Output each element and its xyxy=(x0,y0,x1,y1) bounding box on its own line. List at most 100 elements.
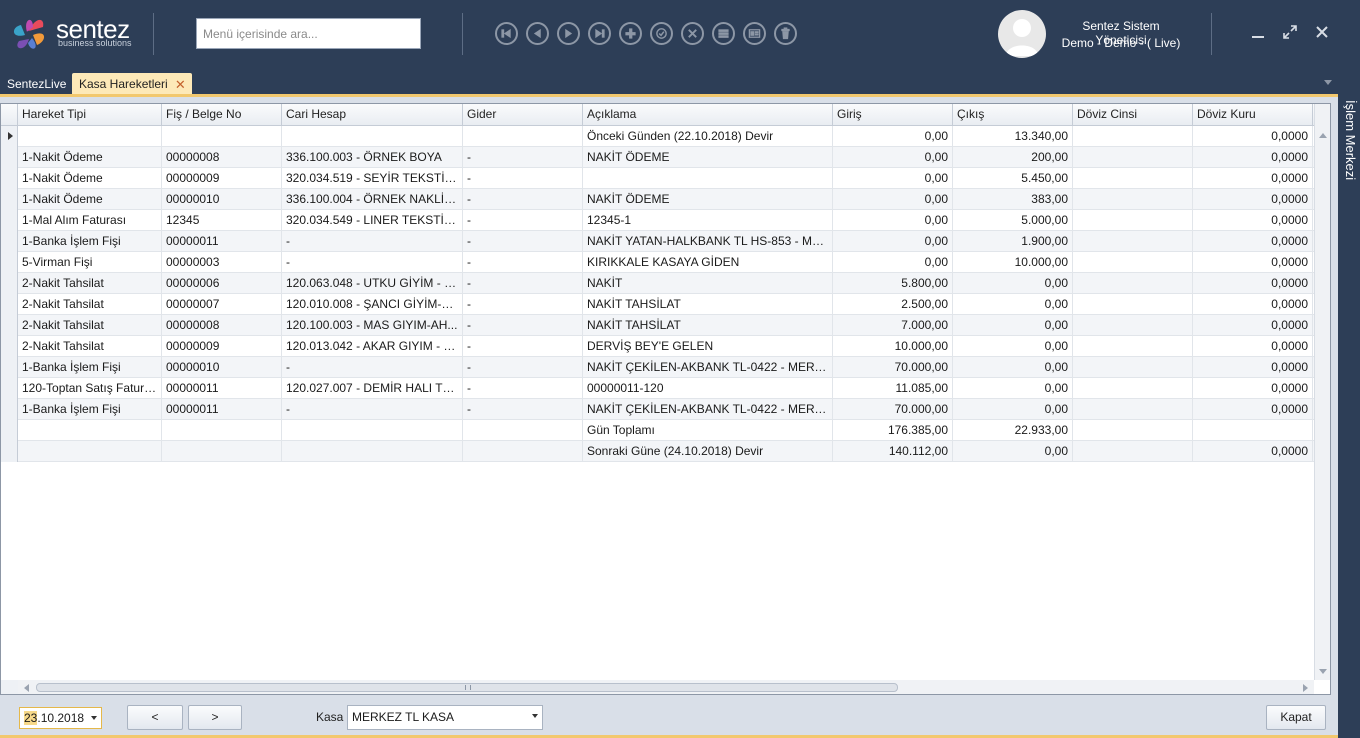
table-cell[interactable] xyxy=(1073,378,1193,399)
table-cell[interactable]: 336.100.003 - ÖRNEK BOYA xyxy=(282,147,463,168)
table-cell[interactable]: 0,00 xyxy=(833,231,953,252)
table-cell[interactable]: 0,00 xyxy=(833,147,953,168)
row-indicator[interactable] xyxy=(1,399,18,420)
table-cell[interactable] xyxy=(1073,126,1193,147)
table-cell[interactable] xyxy=(1073,336,1193,357)
table-cell[interactable] xyxy=(1073,189,1193,210)
table-cell[interactable]: 140.112,00 xyxy=(833,441,953,462)
table-cell[interactable]: 11.085,00 xyxy=(833,378,953,399)
row-indicator[interactable] xyxy=(1,357,18,378)
table-row[interactable]: 1-Banka İşlem Fişi 00000011- - NAKİT ÇEKİLE… xyxy=(1,399,1314,420)
table-cell[interactable]: 7.000,00 xyxy=(833,315,953,336)
table-cell[interactable] xyxy=(1073,315,1193,336)
chevron-down-icon[interactable] xyxy=(91,716,97,720)
table-cell[interactable] xyxy=(162,126,282,147)
card-icon[interactable] xyxy=(743,22,766,45)
table-cell[interactable]: NAKİT YATAN-HALKBANK TL HS-853 - MER... xyxy=(583,231,833,252)
table-cell[interactable]: - xyxy=(463,168,583,189)
table-cell[interactable]: Sonraki Güne (24.10.2018) Devir xyxy=(583,441,833,462)
table-cell[interactable] xyxy=(463,420,583,441)
table-cell[interactable]: 00000003 xyxy=(162,252,282,273)
table-cell[interactable]: 00000011-120 xyxy=(583,378,833,399)
table-cell[interactable]: 320.034.549 - LINER TEKSTİL S... xyxy=(282,210,463,231)
table-cell[interactable]: 0,00 xyxy=(953,378,1073,399)
table-cell[interactable]: 13.340,00 xyxy=(953,126,1073,147)
table-cell[interactable] xyxy=(1073,441,1193,462)
table-cell[interactable] xyxy=(1073,210,1193,231)
row-indicator[interactable] xyxy=(1,420,18,441)
table-cell[interactable]: 0,00 xyxy=(833,189,953,210)
column-header[interactable]: Döviz Kuru xyxy=(1193,104,1313,125)
current-row-indicator[interactable] xyxy=(1,126,18,147)
table-cell[interactable]: 00000011 xyxy=(162,231,282,252)
row-indicator[interactable] xyxy=(1,315,18,336)
table-cell[interactable]: - xyxy=(463,252,583,273)
table-row[interactable]: 120-Toptan Satış Faturası 00000011 120.027… xyxy=(1,378,1314,399)
table-cell[interactable]: 336.100.004 - ÖRNEK NAKLİYAT xyxy=(282,189,463,210)
table-cell[interactable] xyxy=(18,126,162,147)
tab-sentezlive[interactable]: SentezLive xyxy=(0,73,73,96)
row-indicator[interactable] xyxy=(1,336,18,357)
table-cell[interactable]: - xyxy=(282,252,463,273)
table-cell[interactable]: 0,0000 xyxy=(1193,441,1313,462)
table-cell[interactable]: 0,00 xyxy=(833,126,953,147)
table-cell[interactable]: 0,00 xyxy=(953,441,1073,462)
side-panel[interactable] xyxy=(1338,94,1360,738)
table-cell[interactable]: 70.000,00 xyxy=(833,399,953,420)
table-cell[interactable]: 5.000,00 xyxy=(953,210,1073,231)
tab-kasa-hareketleri[interactable]: Kasa Hareketleri ✕ xyxy=(72,73,192,96)
table-cell[interactable]: 120.100.003 - MAS GIYIM-AH... xyxy=(282,315,463,336)
column-header[interactable]: Fiş / Belge No xyxy=(162,104,282,125)
table-cell[interactable]: 2-Nakit Tahsilat xyxy=(18,273,162,294)
horizontal-scrollbar[interactable] xyxy=(18,680,1314,694)
table-cell[interactable]: - xyxy=(282,357,463,378)
table-cell[interactable] xyxy=(18,420,162,441)
table-row[interactable]: 1-Banka İşlem Fişi 00000010- - NAKİT ÇEKİLE… xyxy=(1,357,1314,378)
table-cell[interactable] xyxy=(1073,147,1193,168)
table-cell[interactable]: 0,0000 xyxy=(1193,399,1313,420)
table-cell[interactable]: 00000010 xyxy=(162,189,282,210)
table-cell[interactable]: 10.000,00 xyxy=(833,336,953,357)
column-header[interactable]: Gider xyxy=(463,104,583,125)
table-cell[interactable] xyxy=(1073,294,1193,315)
row-indicator[interactable] xyxy=(1,378,18,399)
scroll-right-icon[interactable] xyxy=(1303,684,1308,692)
column-header[interactable]: Cari Hesap xyxy=(282,104,463,125)
table-cell[interactable]: 0,0000 xyxy=(1193,315,1313,336)
column-header[interactable]: Açıklama xyxy=(583,104,833,125)
table-cell[interactable]: 10.000,00 xyxy=(953,252,1073,273)
scroll-left-icon[interactable] xyxy=(24,684,29,692)
table-cell[interactable]: NAKİT ÖDEME xyxy=(583,147,833,168)
table-row[interactable]: 1-Mal Alım Faturası 12345 320.034.549 - LI… xyxy=(1,210,1314,231)
row-indicator[interactable] xyxy=(1,189,18,210)
delete-icon[interactable] xyxy=(774,22,797,45)
table-cell[interactable]: - xyxy=(463,378,583,399)
table-cell[interactable]: - xyxy=(463,231,583,252)
table-cell[interactable]: 0,0000 xyxy=(1193,273,1313,294)
table-cell[interactable] xyxy=(463,441,583,462)
table-cell[interactable]: 0,00 xyxy=(833,168,953,189)
minimize-icon[interactable] xyxy=(1248,22,1268,42)
table-row[interactable]: 1-Banka İşlem Fişi 00000011- - NAKİT YATAN-… xyxy=(1,231,1314,252)
table-cell[interactable]: 0,0000 xyxy=(1193,210,1313,231)
table-cell[interactable]: 00000009 xyxy=(162,336,282,357)
table-cell[interactable]: 320.034.519 - SEYİR TEKSTİL-A... xyxy=(282,168,463,189)
table-cell[interactable]: - xyxy=(282,399,463,420)
table-cell[interactable]: 1-Banka İşlem Fişi xyxy=(18,357,162,378)
row-indicator[interactable] xyxy=(1,252,18,273)
table-cell[interactable]: 1-Banka İşlem Fişi xyxy=(18,231,162,252)
table-cell[interactable]: 5.450,00 xyxy=(953,168,1073,189)
table-cell[interactable] xyxy=(282,420,463,441)
table-cell[interactable]: Gün Toplamı xyxy=(583,420,833,441)
table-cell[interactable]: NAKİT TAHSİLAT xyxy=(583,294,833,315)
table-cell[interactable]: 120.063.048 - UTKU GİYİM - M... xyxy=(282,273,463,294)
table-row[interactable]: Gün Toplamı 176.385,00 22.933,00 xyxy=(1,420,1314,441)
table-cell[interactable]: 0,00 xyxy=(953,336,1073,357)
table-cell[interactable]: - xyxy=(463,273,583,294)
table-cell[interactable]: - xyxy=(463,189,583,210)
table-cell[interactable]: 0,00 xyxy=(953,315,1073,336)
table-cell[interactable]: 1-Nakit Ödeme xyxy=(18,147,162,168)
next-icon[interactable] xyxy=(557,22,580,45)
table-cell[interactable] xyxy=(162,420,282,441)
next-day-button[interactable]: > xyxy=(188,705,242,730)
